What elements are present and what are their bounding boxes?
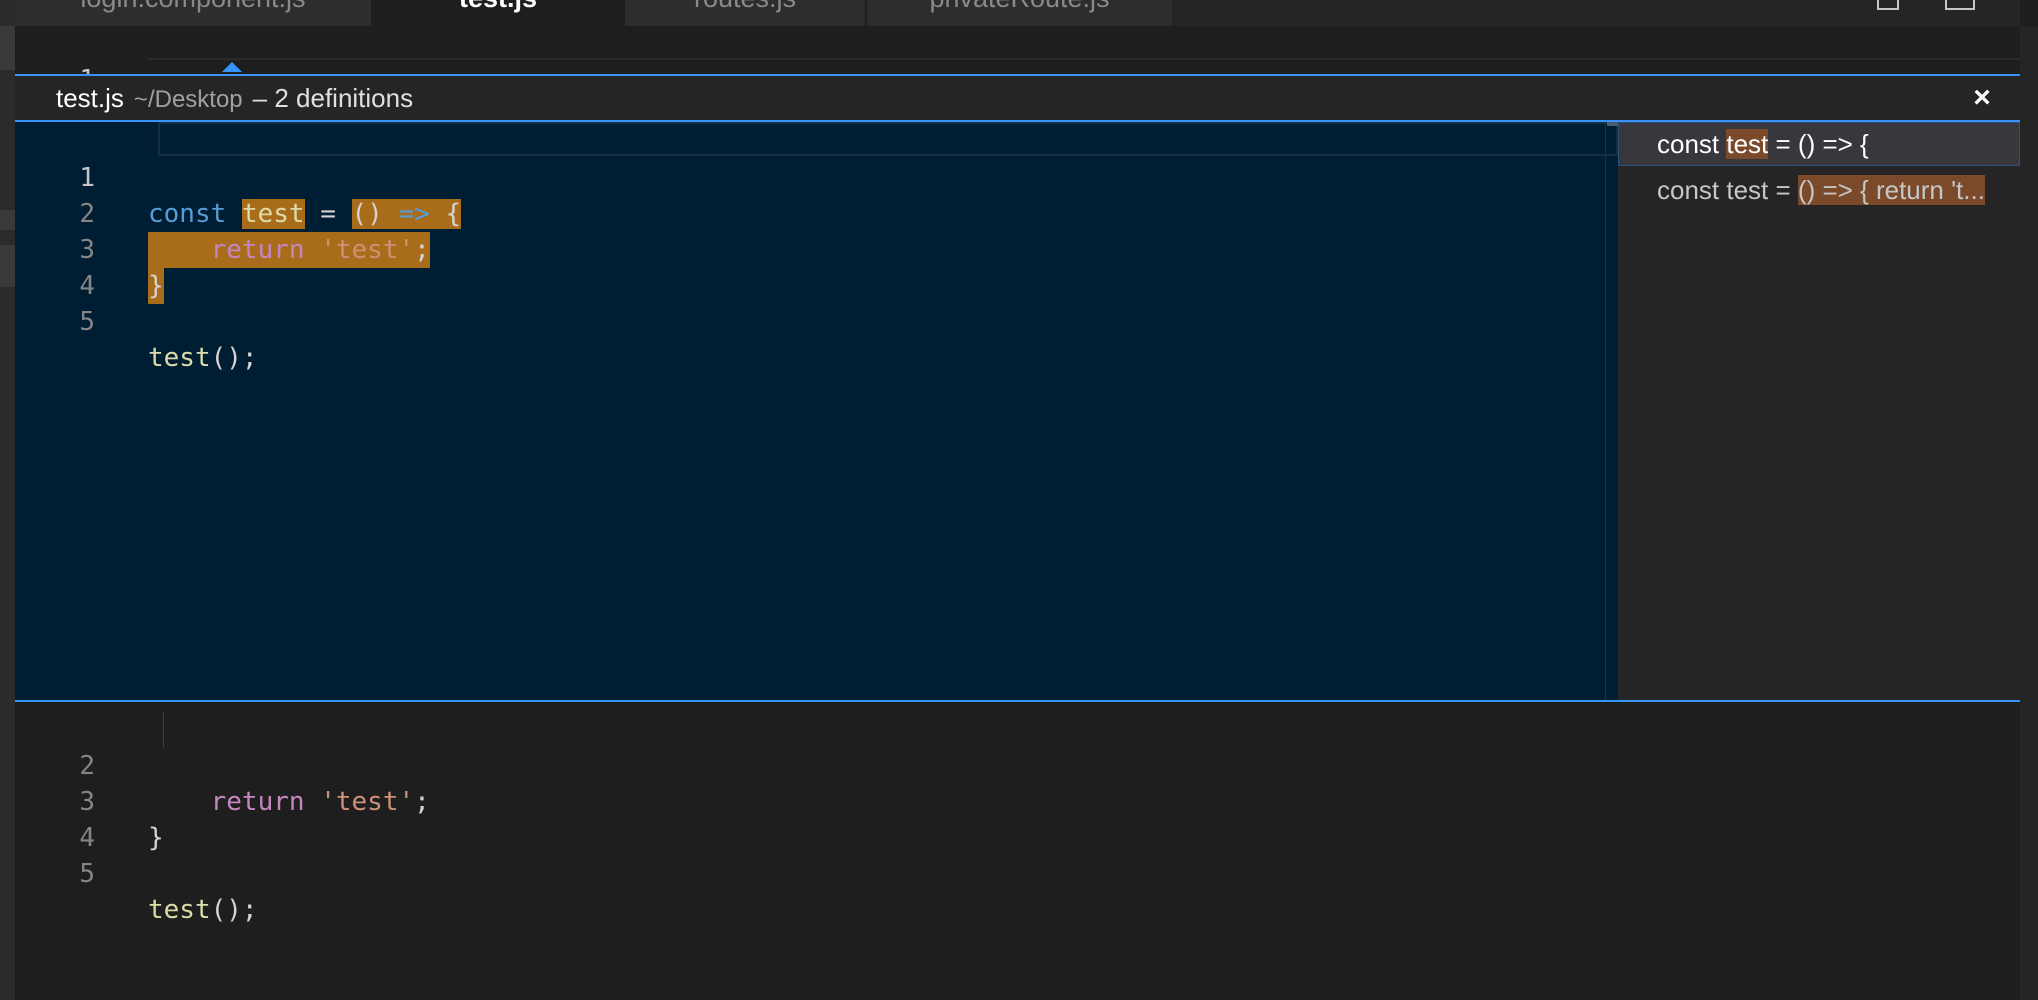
function-name: test: [241, 199, 305, 229]
code-text: test();: [148, 892, 258, 928]
keyword-return: return: [210, 787, 305, 817]
keyword-const: const: [148, 199, 227, 229]
code-text: return 'test';: [148, 784, 430, 820]
current-line-border: [148, 58, 2020, 60]
peek-pointer: [222, 62, 242, 72]
tab-bar: login.component.js test.js routes.js pri…: [15, 0, 2020, 26]
code-text: test();: [148, 340, 258, 376]
parens: (): [351, 199, 383, 229]
reference-prefix: const test =: [1657, 175, 1798, 205]
editor-line-2[interactable]: 2 return 'test';: [15, 712, 429, 817]
string-literal: 'test': [320, 235, 415, 265]
strip-mark: [0, 26, 15, 70]
peek-line-3[interactable]: 3 }: [15, 196, 164, 304]
tab-label: login.component.js: [80, 0, 305, 13]
editor-line-4[interactable]: 4: [15, 784, 95, 853]
reference-text: const test = () => {: [1657, 122, 1869, 166]
arrow-operator: =>: [398, 199, 430, 229]
reference-text: const test = () => { return 't...: [1657, 168, 1985, 212]
peek-title: test.js ~/Desktop – 2 definitions: [56, 76, 413, 120]
keyword-return: return: [210, 235, 305, 265]
indent-guide: [163, 712, 164, 748]
tab-private-route-js[interactable]: privateRoute.js: [867, 0, 1172, 26]
strip-mark: [0, 210, 15, 230]
tab-login-component[interactable]: login.component.js: [15, 0, 371, 26]
semicolon: ;: [414, 235, 430, 265]
peek-scrollbar[interactable]: [1605, 122, 1606, 700]
code-selection: () => {: [351, 199, 462, 229]
peek-editor[interactable]: 1 const test = () => { 2 return 'test'; …: [15, 122, 1633, 700]
editor-line-5[interactable]: 5 test();: [15, 820, 257, 925]
function-call: test: [148, 895, 211, 925]
main-editor[interactable]: 2 return 'test'; 3 } 4 5 test();: [15, 702, 2020, 1000]
peek-references-list[interactable]: const test = () => { const test = () => …: [1618, 122, 2020, 700]
peek-line-2[interactable]: 2 return 'test';: [15, 160, 430, 268]
activity-strip: [0, 0, 15, 1000]
reference-item[interactable]: const test = () => {: [1618, 122, 2020, 166]
peek-line-4[interactable]: 4: [15, 232, 95, 301]
code-text: return 'test';: [148, 232, 430, 268]
close-icon[interactable]: ×: [1968, 83, 1996, 113]
peek-definition-count: – 2 definitions: [252, 83, 414, 113]
operator: =: [304, 199, 352, 229]
strip-mark: [0, 245, 15, 287]
reference-prefix: const: [1657, 129, 1727, 159]
reference-match: () => { return 't...: [1797, 175, 1985, 205]
reference-item[interactable]: const test = () => { return 't...: [1618, 168, 2020, 212]
close-brace: }: [148, 268, 164, 304]
reference-match: test: [1726, 129, 1769, 159]
line-number: 5: [79, 307, 95, 337]
function-call: test: [148, 343, 211, 373]
line-number: 5: [79, 859, 95, 889]
peek-line-1[interactable]: 1 const test = () => {: [15, 124, 462, 229]
peek-header: test.js ~/Desktop – 2 definitions ×: [15, 76, 2020, 120]
close-brace: }: [148, 823, 164, 853]
reference-suffix: = () => {: [1768, 129, 1869, 159]
open-brace: {: [445, 199, 462, 229]
split-editor-icon[interactable]: [1877, 0, 1899, 10]
peek-current-line: [158, 122, 1618, 156]
peek-line-5[interactable]: 5 test();: [15, 268, 257, 373]
tab-label: routes.js: [694, 0, 796, 13]
peek-file-name[interactable]: test.js: [56, 83, 124, 113]
call-parens: ();: [210, 343, 258, 373]
call-parens: ();: [210, 895, 258, 925]
semicolon: ;: [414, 787, 430, 817]
code-text: const test = () => {: [148, 196, 462, 232]
tab-label: test.js: [459, 0, 537, 13]
editor-scrollbar[interactable]: [2020, 26, 2038, 1000]
layout-icon[interactable]: [1945, 0, 1975, 10]
editor-line-3[interactable]: 3 }: [15, 748, 163, 853]
editor-line-1[interactable]: 1 const test = () => {: [15, 26, 2020, 131]
tab-routes-js[interactable]: routes.js: [625, 0, 865, 26]
string-literal: 'test': [320, 787, 415, 817]
tab-test-js[interactable]: test.js: [373, 0, 623, 26]
peek-directory: ~/Desktop: [133, 86, 243, 113]
tab-label: privateRoute.js: [929, 0, 1109, 13]
